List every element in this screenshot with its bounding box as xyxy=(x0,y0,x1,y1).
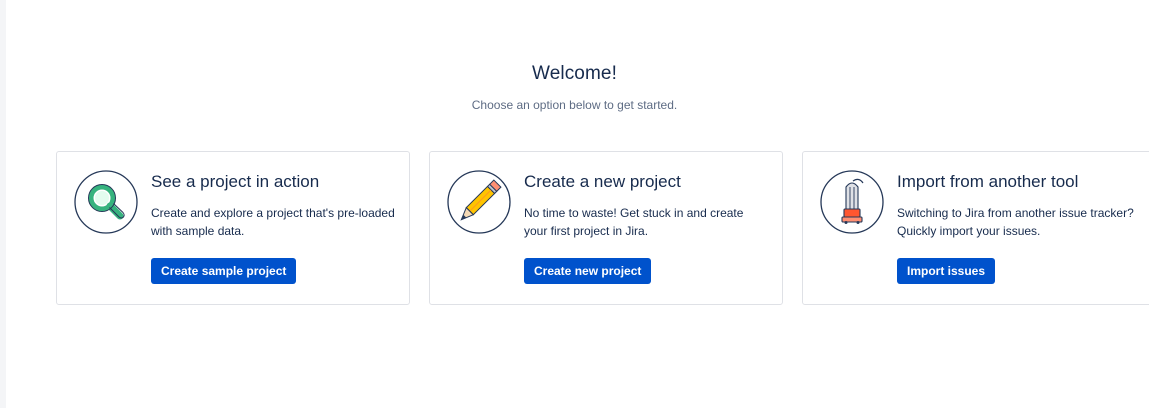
card-description: Create and explore a project that's pre-… xyxy=(151,206,395,238)
vacuum-cleaner-icon xyxy=(819,169,885,235)
welcome-title: Welcome! xyxy=(532,63,617,84)
card-import: Import from another tool Switching to Ji… xyxy=(802,151,1149,305)
pencil-icon xyxy=(446,169,512,235)
create-sample-project-button[interactable]: Create sample project xyxy=(151,258,297,284)
card-title: Create a new project xyxy=(524,172,681,191)
magnifying-glass-icon xyxy=(73,169,139,235)
card-new-project: Create a new project No time to waste! G… xyxy=(429,151,783,305)
card-title: See a project in action xyxy=(151,172,320,191)
import-issues-button[interactable]: Import issues xyxy=(897,258,996,284)
card-sample-project: See a project in action Create and explo… xyxy=(56,151,410,305)
sidebar-edge xyxy=(0,0,6,408)
card-description: No time to waste! Get stuck in and creat… xyxy=(524,206,744,238)
welcome-page: Welcome! Choose an option below to get s… xyxy=(0,0,1149,408)
welcome-subtitle: Choose an option below to get started. xyxy=(471,98,678,112)
card-title: Import from another tool xyxy=(897,172,1079,191)
card-description: Switching to Jira from another issue tra… xyxy=(897,206,1134,238)
create-new-project-button[interactable]: Create new project xyxy=(524,258,652,284)
